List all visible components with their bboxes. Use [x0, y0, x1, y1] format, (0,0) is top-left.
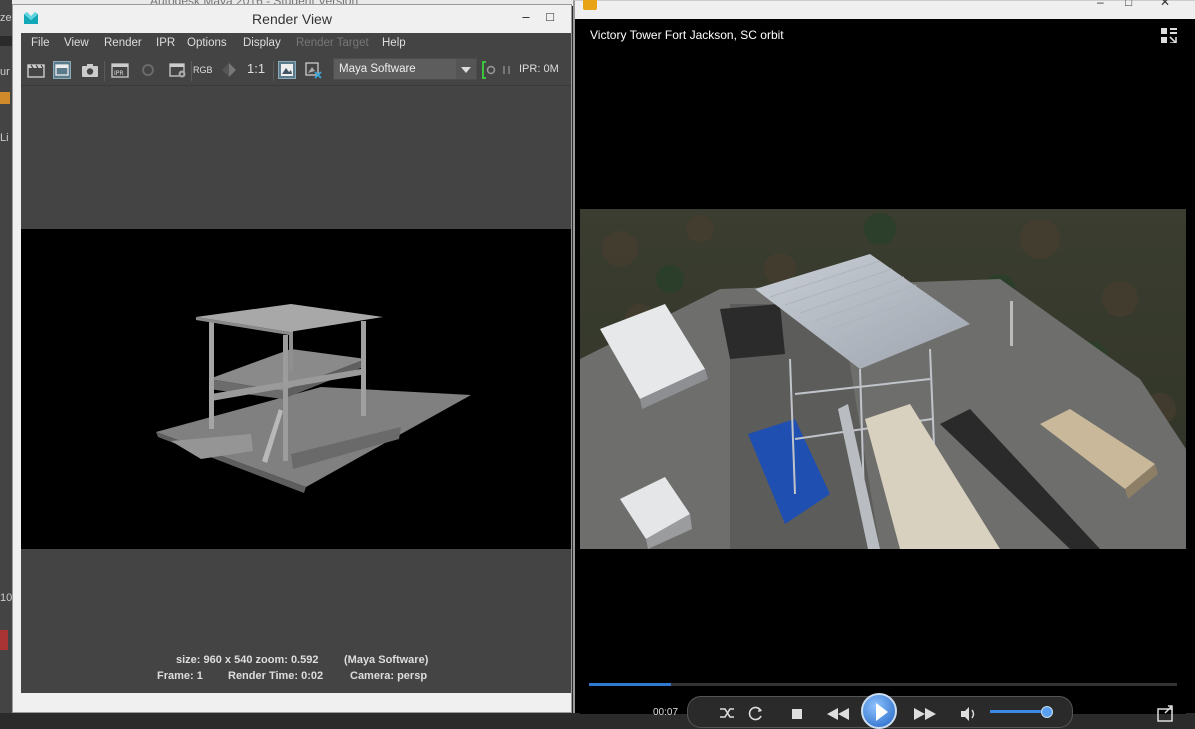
render-view-titlebar[interactable]: Render View – □: [13, 5, 571, 33]
refresh-ipr-icon: [142, 64, 154, 76]
alpha-channel-icon[interactable]: [220, 61, 238, 79]
media-player-app-icon: [583, 0, 597, 10]
stop-icon[interactable]: [787, 703, 807, 723]
background-fragment: ze: [0, 12, 12, 24]
renderer-select-value: Maya Software: [339, 63, 416, 75]
toolbar-separator: [273, 61, 274, 81]
menu-render[interactable]: Render: [104, 37, 142, 49]
rendered-image: [21, 229, 571, 549]
ipr-bracket-icon[interactable]: [482, 61, 496, 79]
ipr-memory-label: IPR: 0M: [519, 63, 559, 75]
menu-help[interactable]: Help: [382, 37, 406, 49]
previous-icon[interactable]: [824, 703, 852, 723]
renderer-select[interactable]: Maya Software: [333, 58, 477, 80]
toolbar-separator: [191, 61, 192, 81]
background-app-panel: ze ur Li 10: [0, 0, 12, 713]
minimize-button[interactable]: –: [1097, 0, 1104, 9]
menu-render-target: Render Target: [296, 37, 369, 49]
render-view-menubar: File View Render IPR Options Display Ren…: [21, 33, 571, 55]
menu-ipr[interactable]: IPR: [156, 37, 175, 49]
menu-file[interactable]: File: [31, 37, 50, 49]
render-view-title: Render View: [252, 11, 332, 27]
render-region-icon[interactable]: [53, 61, 71, 79]
toolbar-separator: [104, 61, 105, 81]
volume-icon[interactable]: [958, 703, 978, 723]
play-button[interactable]: [861, 693, 897, 729]
menu-display[interactable]: Display: [243, 37, 281, 49]
render-size-zoom: size: 960 x 540 zoom: 0.592: [176, 654, 319, 666]
rgb-channel-toggle[interactable]: RGB: [193, 65, 213, 75]
maximize-button[interactable]: □: [539, 7, 561, 27]
switch-to-library-icon[interactable]: [1160, 27, 1178, 43]
video-title: Victory Tower Fort Jackson, SC orbit: [590, 28, 784, 42]
render-frame: Frame: 1: [157, 670, 203, 682]
render-viewport[interactable]: size: 960 x 540 zoom: 0.592 (Maya Softwa…: [21, 86, 571, 693]
keep-image-icon[interactable]: [278, 61, 296, 79]
render-settings-icon[interactable]: [169, 61, 187, 79]
maximize-button[interactable]: □: [1125, 0, 1132, 9]
media-player-window: – □ ✕ Victory Tower Fort Jackson, SC orb…: [573, 0, 1195, 729]
background-fragment: ur: [0, 66, 10, 78]
background-red-indicator: [0, 630, 8, 650]
shuffle-icon[interactable]: [717, 703, 737, 723]
ipr-render-icon[interactable]: IPR: [111, 61, 129, 79]
rendered-tower-model: [156, 304, 471, 493]
real-size-button[interactable]: 1:1: [247, 61, 265, 76]
render-renderer-label: (Maya Software): [344, 654, 429, 666]
seek-bar[interactable]: [589, 683, 1177, 686]
switch-to-now-playing-icon[interactable]: [1156, 703, 1176, 723]
svg-text:IPR: IPR: [114, 70, 124, 77]
render-view-panel: File View Render IPR Options Display Ren…: [21, 33, 571, 693]
render-view-toolbar: IPR RGB 1:1 Maya Software IPR: 0M: [21, 55, 571, 86]
video-frame: [580, 209, 1186, 549]
volume-knob[interactable]: [1040, 706, 1053, 718]
aerial-tower-footage: [580, 209, 1186, 549]
remove-image-icon[interactable]: [304, 61, 322, 79]
background-scroll-arrow[interactable]: [0, 36, 12, 46]
media-player-titlebar[interactable]: – □ ✕: [575, 0, 1195, 19]
background-fragment: 10: [0, 592, 12, 604]
pause-ipr-icon[interactable]: [502, 61, 512, 79]
render-view-window: Render View – □ File View Render IPR Opt…: [12, 4, 572, 713]
repeat-icon[interactable]: [746, 703, 766, 723]
render-time: Render Time: 0:02: [228, 670, 324, 682]
close-button[interactable]: ✕: [1160, 0, 1170, 9]
background-fragment: Li: [0, 132, 9, 144]
seek-progress: [589, 683, 672, 686]
snapshot-camera-icon[interactable]: [81, 61, 99, 79]
video-area[interactable]: Victory Tower Fort Jackson, SC orbit 00:…: [580, 19, 1186, 729]
minimize-button[interactable]: –: [515, 7, 537, 27]
render-camera: Camera: persp: [350, 670, 428, 682]
menu-view[interactable]: View: [64, 37, 89, 49]
menu-options[interactable]: Options: [187, 37, 227, 49]
chevron-down-icon[interactable]: [456, 59, 476, 79]
background-cube-icon[interactable]: [0, 92, 10, 104]
redo-render-icon[interactable]: [27, 61, 45, 79]
next-icon[interactable]: [911, 703, 939, 723]
